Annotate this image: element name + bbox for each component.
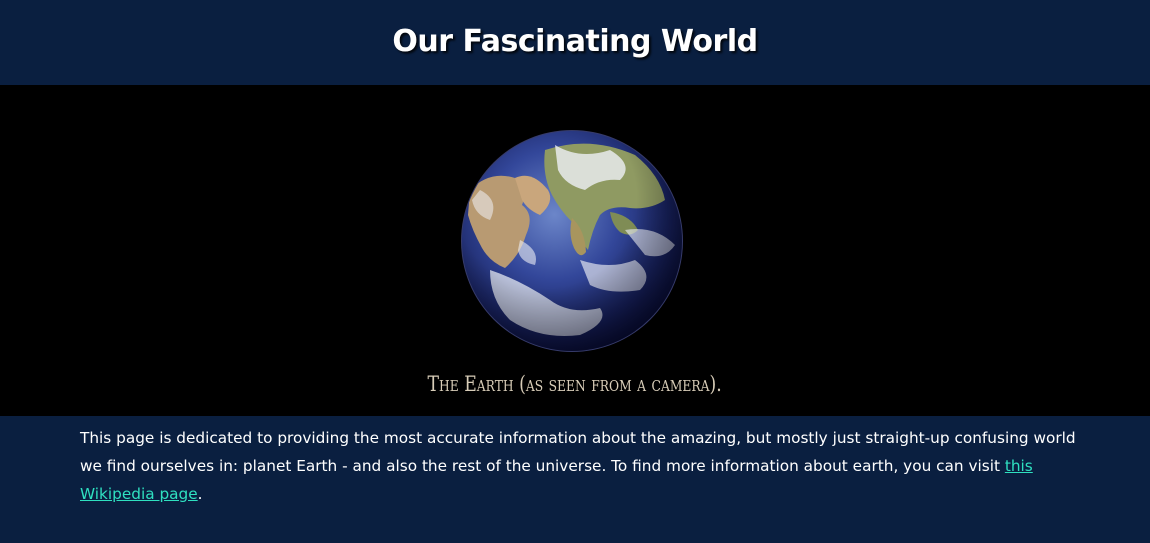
intro-text: This page is dedicated to providing the … [80, 429, 1076, 475]
hero-section: The Earth (as seen from a camera). [0, 85, 1150, 416]
page: Our Fascinating World The Earth (as seen… [0, 0, 1150, 543]
page-title: Our Fascinating World [392, 24, 758, 59]
intro-paragraph: This page is dedicated to providing the … [80, 424, 1080, 508]
hero-caption: The Earth (as seen from a camera). [427, 372, 722, 396]
intro-text-end: . [197, 485, 203, 503]
site-header: Our Fascinating World [0, 0, 1150, 85]
earth-image [460, 130, 684, 352]
